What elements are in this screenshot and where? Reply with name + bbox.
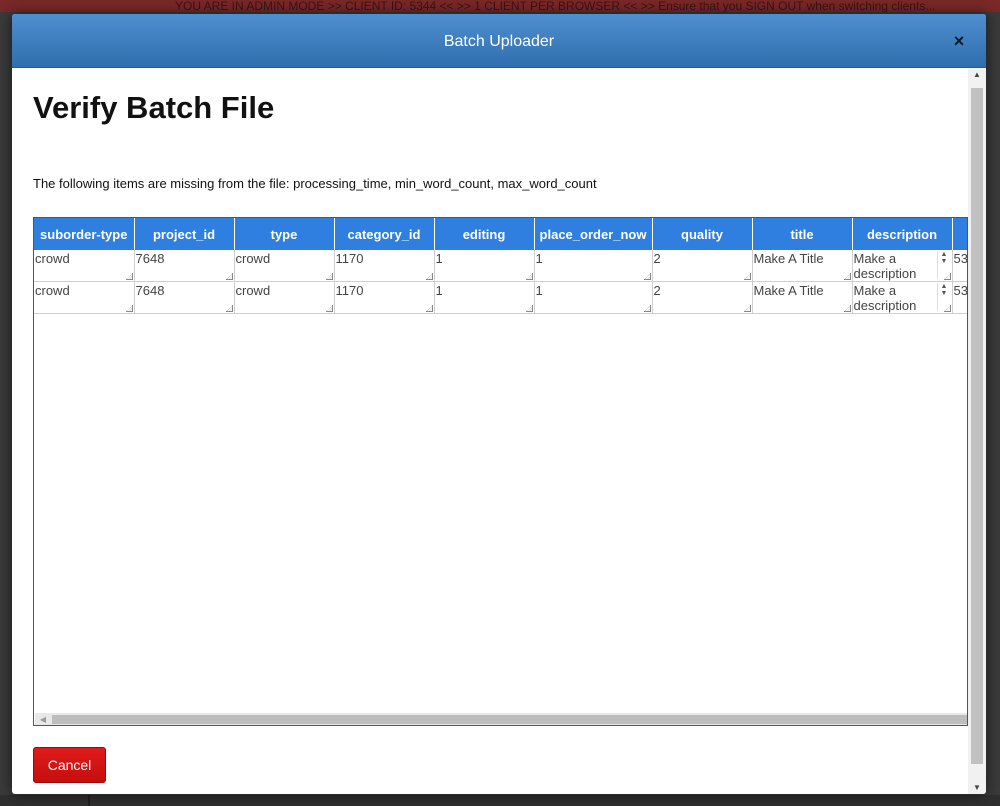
resize-grip-icon[interactable] (225, 273, 233, 280)
column-header-place-order-now[interactable]: place_order_now (534, 218, 653, 250)
cell-value[interactable]: 53 (953, 250, 968, 266)
cell-truncated[interactable]: 53 (952, 250, 968, 282)
cell-quality[interactable]: 2 (652, 250, 753, 282)
column-header-suborder-type[interactable]: suborder-type (34, 218, 135, 250)
cell-editing[interactable]: 1 (434, 250, 535, 282)
scroll-up-icon[interactable]: ▲ (968, 70, 986, 79)
table-row: crowd 7648 crowd 1170 1 1 2 Make A Title… (34, 281, 968, 314)
resize-grip-icon[interactable] (743, 273, 751, 280)
batch-table: suborder-type project_id type category_i… (34, 218, 968, 314)
resize-grip-icon[interactable] (325, 305, 333, 312)
resize-grip-icon[interactable] (943, 305, 951, 312)
close-icon[interactable]: × (948, 28, 970, 54)
cell-title[interactable]: Make A Title (752, 250, 853, 282)
cell-truncated[interactable]: 53 (952, 281, 968, 314)
resize-grip-icon[interactable] (125, 305, 133, 312)
cancel-button[interactable]: Cancel (33, 747, 106, 783)
cell-project-id[interactable]: 7648 (134, 250, 235, 282)
column-header-title[interactable]: title (752, 218, 853, 250)
cell-value[interactable]: Make A Title (753, 250, 852, 266)
horizontal-scroll-thumb[interactable] (52, 715, 967, 724)
table-row: crowd 7648 crowd 1170 1 1 2 Make A Title… (34, 250, 968, 282)
resize-grip-icon[interactable] (943, 273, 951, 280)
cell-value[interactable]: 2 (653, 250, 752, 266)
cell-value[interactable]: 7648 (135, 282, 234, 298)
cell-value[interactable]: 1170 (335, 250, 434, 266)
modal-title: Batch Uploader (443, 33, 555, 50)
cell-value[interactable]: crowd (34, 250, 134, 266)
resize-grip-icon[interactable] (225, 305, 233, 312)
column-header-description[interactable]: description (852, 218, 953, 250)
cell-description[interactable]: Make a description ▲ ▼ (852, 281, 953, 314)
column-header-quality[interactable]: quality (652, 218, 753, 250)
resize-grip-icon[interactable] (643, 273, 651, 280)
table-header-row: suborder-type project_id type category_i… (34, 218, 967, 250)
resize-grip-icon[interactable] (843, 305, 851, 312)
cell-value[interactable]: 1 (435, 250, 534, 266)
cell-category-id[interactable]: 1170 (334, 281, 435, 314)
cell-value[interactable]: Make A Title (753, 282, 852, 298)
column-header-project-id[interactable]: project_id (134, 218, 235, 250)
cell-category-id[interactable]: 1170 (334, 250, 435, 282)
column-header-editing[interactable]: editing (434, 218, 535, 250)
batch-data-grid: suborder-type project_id type category_i… (33, 217, 968, 726)
missing-items-message: The following items are missing from the… (33, 176, 597, 191)
cell-quality[interactable]: 2 (652, 281, 753, 314)
scroll-left-icon[interactable]: ◀ (38, 713, 48, 725)
resize-grip-icon[interactable] (743, 305, 751, 312)
cell-project-id[interactable]: 7648 (134, 281, 235, 314)
cell-value[interactable]: 1 (435, 282, 534, 298)
cell-value[interactable]: 1 (535, 250, 652, 266)
cell-value[interactable]: 1 (535, 282, 652, 298)
cell-suborder-type[interactable]: crowd (34, 281, 135, 314)
modal-body: Verify Batch File The following items ar… (12, 68, 968, 794)
resize-grip-icon[interactable] (643, 305, 651, 312)
background-page-edge (987, 130, 1000, 170)
column-header-type[interactable]: type (234, 218, 335, 250)
resize-grip-icon[interactable] (325, 273, 333, 280)
cell-place-order-now[interactable]: 1 (534, 281, 653, 314)
cell-value[interactable]: crowd (235, 282, 334, 298)
cell-editing[interactable]: 1 (434, 281, 535, 314)
cell-suborder-type[interactable]: crowd (34, 250, 135, 282)
resize-grip-icon[interactable] (525, 305, 533, 312)
background-footer (0, 795, 1000, 806)
modal-header: Batch Uploader × (12, 14, 986, 68)
cell-value[interactable]: crowd (34, 282, 134, 298)
resize-grip-icon[interactable] (425, 305, 433, 312)
resize-grip-icon[interactable] (525, 273, 533, 280)
scroll-down-icon[interactable]: ▼ (968, 783, 986, 792)
column-header-category-id[interactable]: category_id (334, 218, 435, 250)
cell-type[interactable]: crowd (234, 250, 335, 282)
admin-mode-banner-text: YOU ARE IN ADMIN MODE >> CLIENT ID: 5344… (175, 0, 936, 12)
cell-value[interactable]: 53 (953, 282, 968, 298)
resize-grip-icon[interactable] (125, 273, 133, 280)
resize-grip-icon[interactable] (425, 273, 433, 280)
vertical-scroll-thumb[interactable] (971, 88, 983, 764)
cell-description[interactable]: Make a description ▲ ▼ (852, 250, 953, 282)
cell-value[interactable]: crowd (235, 250, 334, 266)
resize-grip-icon[interactable] (843, 273, 851, 280)
cell-type[interactable]: crowd (234, 281, 335, 314)
horizontal-scrollbar[interactable]: ◀ (35, 713, 967, 725)
cell-value[interactable]: 7648 (135, 250, 234, 266)
cell-place-order-now[interactable]: 1 (534, 250, 653, 282)
vertical-scrollbar[interactable]: ▲ ▼ (968, 68, 986, 794)
cell-value[interactable]: 1170 (335, 282, 434, 298)
admin-mode-banner: YOU ARE IN ADMIN MODE >> CLIENT ID: 5344… (0, 0, 1000, 12)
column-header-truncated[interactable]: or (952, 218, 967, 250)
cell-value[interactable]: 2 (653, 282, 752, 298)
cell-title[interactable]: Make A Title (752, 281, 853, 314)
page-title: Verify Batch File (33, 90, 275, 125)
batch-uploader-modal: Batch Uploader × Verify Batch File The f… (12, 14, 986, 794)
